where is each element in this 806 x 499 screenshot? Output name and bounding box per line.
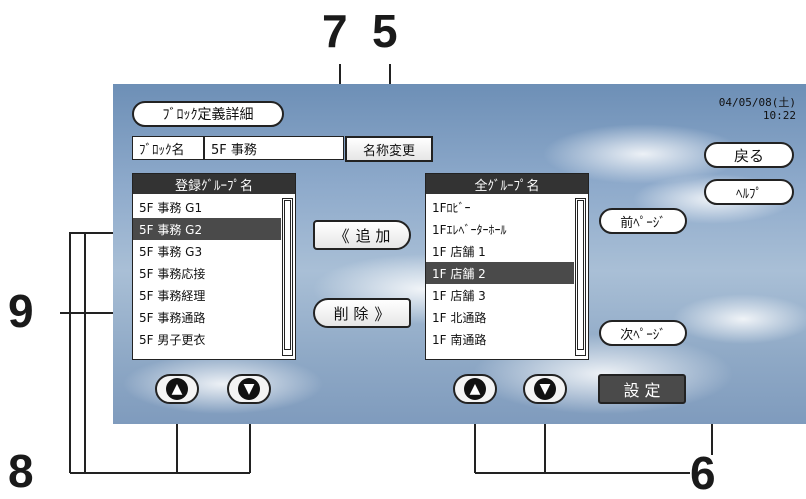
all-rows: 1Fﾛﾋﾞｰ 1Fｴﾚﾍﾞｰﾀｰﾎｰﾙ 1F 店舗 1 1F 店舗 2 1F 店… xyxy=(426,196,574,350)
callout-8: 8 xyxy=(8,445,34,497)
back-button[interactable]: 戻る xyxy=(704,142,794,168)
registered-scrollbar[interactable] xyxy=(282,198,293,356)
all-scrollbar[interactable] xyxy=(575,198,586,356)
delete-button-label: 削 除 xyxy=(333,304,369,323)
time-text: 10:22 xyxy=(762,109,796,122)
all-group-list: 全ｸﾞﾙｰﾌﾟ名 1Fﾛﾋﾞｰ 1Fｴﾚﾍﾞｰﾀｰﾎｰﾙ 1F 店舗 1 1F … xyxy=(425,173,589,360)
arrow-down-icon: ▼ xyxy=(534,378,556,400)
scrollbar-thumb[interactable] xyxy=(577,200,584,350)
registered-rows: 5F 事務 G1 5F 事務 G2 5F 事務 G3 5F 事務応接 5F 事務… xyxy=(133,196,281,350)
arrow-down-icon: ▼ xyxy=(238,378,260,400)
list-item[interactable]: 1F 店舗 3 xyxy=(426,284,574,306)
list-item[interactable]: 1Fｴﾚﾍﾞｰﾀｰﾎｰﾙ xyxy=(426,218,574,240)
list-item[interactable]: 5F 事務応接 xyxy=(133,262,281,284)
list-item[interactable]: 5F 事務通路 xyxy=(133,306,281,328)
all-scroll-down-button[interactable]: ▼ xyxy=(523,374,567,404)
block-label: ﾌﾞﾛｯｸ名 xyxy=(132,136,204,160)
callout-9: 9 xyxy=(8,285,34,337)
callout-7: 7 xyxy=(322,5,348,57)
list-item[interactable]: 1F 北通路 xyxy=(426,306,574,328)
list-item-selected[interactable]: 5F 事務 G2 xyxy=(133,218,281,240)
prev-page-button[interactable]: 前ﾍﾟｰｼﾞ xyxy=(599,208,687,234)
registered-scroll-up-button[interactable]: ▲ xyxy=(155,374,199,404)
list-item-selected[interactable]: 1F 店舗 2 xyxy=(426,262,574,284)
list-item[interactable]: 5F 事務 G3 xyxy=(133,240,281,262)
registered-group-list: 登録ｸﾞﾙｰﾌﾟ名 5F 事務 G1 5F 事務 G2 5F 事務 G3 5F … xyxy=(132,173,296,360)
all-list-header: 全ｸﾞﾙｰﾌﾟ名 xyxy=(426,174,588,194)
block-name-field: 5F 事務 xyxy=(204,136,344,160)
double-chevron-left-icon: 《 xyxy=(333,227,350,246)
scrollbar-thumb[interactable] xyxy=(284,200,291,350)
arrow-up-icon: ▲ xyxy=(464,378,486,400)
all-scroll-up-button[interactable]: ▲ xyxy=(453,374,497,404)
arrow-up-icon: ▲ xyxy=(166,378,188,400)
list-item[interactable]: 1F 店舗 1 xyxy=(426,240,574,262)
list-item[interactable]: 5F 事務 G1 xyxy=(133,196,281,218)
set-button[interactable]: 設 定 xyxy=(598,374,686,404)
delete-button[interactable]: 削 除 》 xyxy=(313,298,411,328)
callout-6: 6 xyxy=(690,447,716,499)
list-item[interactable]: 5F 事務経理 xyxy=(133,284,281,306)
list-item[interactable]: 1Fﾛﾋﾞｰ xyxy=(426,196,574,218)
screen-title: ﾌﾞﾛｯｸ定義詳細 xyxy=(132,101,284,127)
double-chevron-right-icon: 》 xyxy=(374,305,391,324)
next-page-button[interactable]: 次ﾍﾟｰｼﾞ xyxy=(599,320,687,346)
device-screen: ﾌﾞﾛｯｸ定義詳細 04/05/08(土) 10:22 ﾌﾞﾛｯｸ名 5F 事務… xyxy=(113,84,806,424)
rename-button[interactable]: 名称変更 xyxy=(345,136,433,162)
help-button[interactable]: ﾍﾙﾌﾟ xyxy=(704,179,794,205)
date-text: 04/05/08(土) xyxy=(718,96,796,109)
registered-list-header: 登録ｸﾞﾙｰﾌﾟ名 xyxy=(133,174,295,194)
add-button-label: 追 加 xyxy=(355,226,391,245)
registered-scroll-down-button[interactable]: ▼ xyxy=(227,374,271,404)
list-item[interactable]: 1F 南通路 xyxy=(426,328,574,350)
list-item[interactable]: 5F 男子更衣 xyxy=(133,328,281,350)
add-button[interactable]: 《 追 加 xyxy=(313,220,411,250)
callout-5: 5 xyxy=(372,5,398,57)
date-time: 04/05/08(土) 10:22 xyxy=(719,96,796,122)
